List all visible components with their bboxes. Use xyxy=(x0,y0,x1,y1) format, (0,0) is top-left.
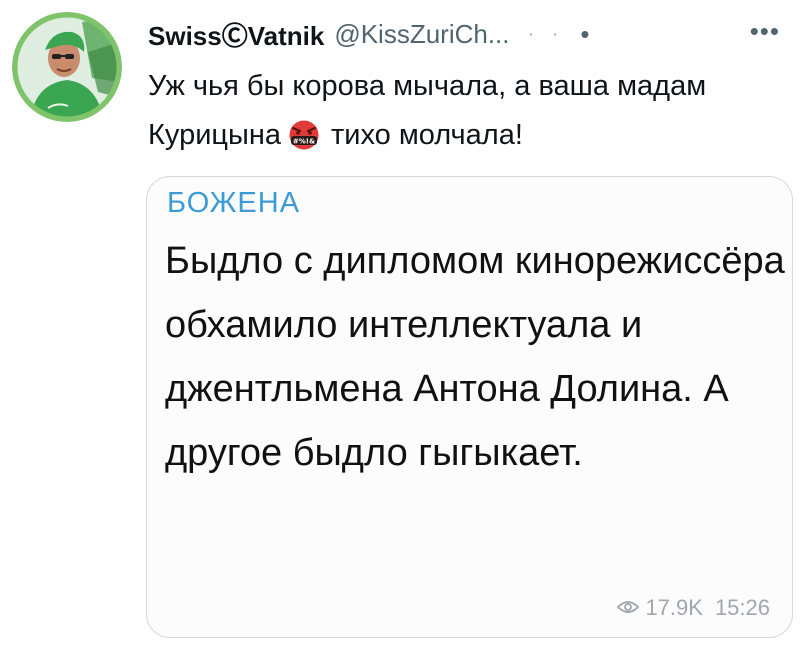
display-name[interactable]: SwissⒸVatnik xyxy=(148,16,324,53)
eye-icon xyxy=(617,595,640,621)
face-with-symbols-on-mouth-icon: #%!& xyxy=(285,117,323,166)
tweet-header: SwissⒸVatnik @KissZuriCh... · · • ••• xyxy=(148,16,780,52)
card-author: БОЖЕНА xyxy=(167,187,301,219)
view-count: 17.9K xyxy=(645,595,703,620)
tweet-text-part2: тихо молчала! xyxy=(331,119,523,151)
more-options-button[interactable]: ••• xyxy=(750,16,780,47)
card-meta: 17.9K 15:26 xyxy=(617,595,770,621)
svg-text:#%!&: #%!& xyxy=(293,138,315,146)
quoted-card[interactable]: БОЖЕНА Быдло с дипломом кинорежиссёра об… xyxy=(146,176,793,638)
tweet-text: Уж чья бы корова мычала, а ваша мадам Ку… xyxy=(148,62,788,166)
avatar[interactable] xyxy=(12,12,122,122)
post-time: 15:26 xyxy=(714,595,770,620)
avatar-image xyxy=(12,12,122,122)
handle[interactable]: @KissZuriCh... xyxy=(334,19,509,50)
card-text: Быдло с дипломом кинорежиссёра обхамило … xyxy=(165,240,785,474)
faint-dots: · · xyxy=(527,22,565,45)
separator-dot: • xyxy=(580,18,590,49)
